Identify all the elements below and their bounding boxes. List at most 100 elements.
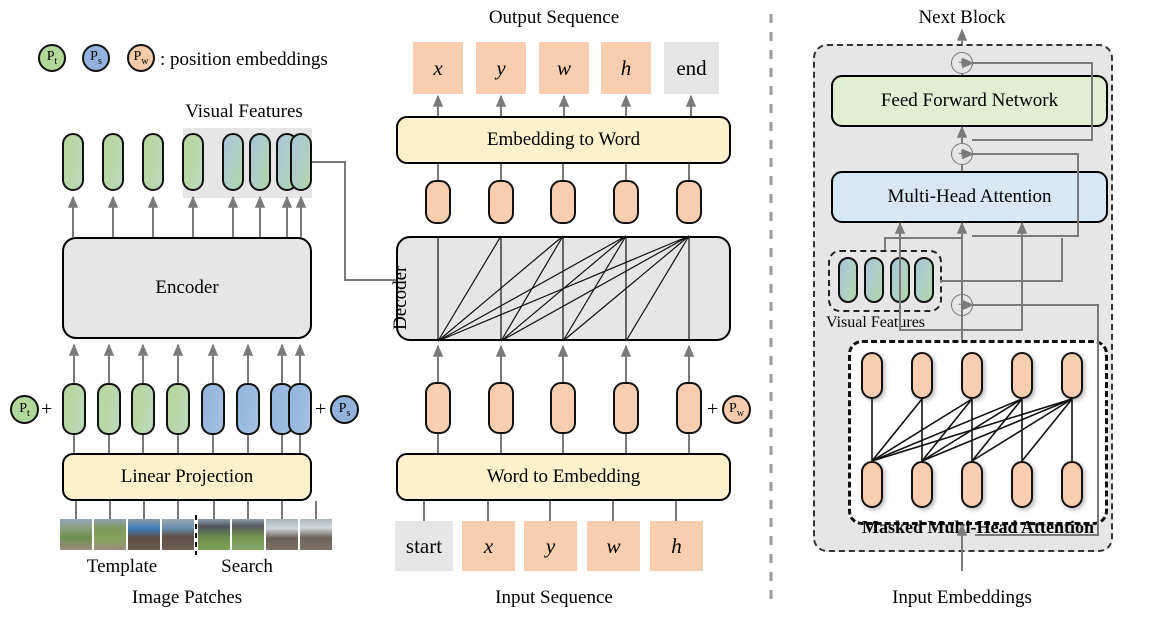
input-token-text: h xyxy=(671,533,682,558)
legend-ps-circle: Ps xyxy=(82,44,110,72)
input-token-text: y xyxy=(545,533,556,558)
search-token xyxy=(288,383,312,435)
decoder-output-token xyxy=(425,180,451,224)
masked-attn-top-token xyxy=(1011,352,1033,399)
template-token xyxy=(62,383,86,435)
ps-label: Ps xyxy=(338,400,351,419)
masked-attn-bottom-token xyxy=(1061,461,1083,508)
word-to-embedding-box: Word to Embedding xyxy=(396,453,731,501)
decoder-output-token xyxy=(676,180,702,224)
feed-forward-network-box: Feed Forward Network xyxy=(831,75,1108,127)
image-patches-label: Image Patches xyxy=(131,587,243,608)
feature-token xyxy=(249,133,271,191)
output-token-end: end xyxy=(664,42,719,94)
output-sequence-label: Output Sequence xyxy=(488,7,620,28)
search-label: Search xyxy=(221,556,273,577)
masked-attention-label: Masked Multi-Head Attention xyxy=(862,517,1094,537)
pt-plus-sign: + xyxy=(41,398,53,420)
feature-token xyxy=(182,133,204,191)
image-patch xyxy=(162,519,194,550)
decoder-input-token xyxy=(613,382,639,434)
input-token: x xyxy=(462,521,515,571)
input-token-text: w xyxy=(606,533,621,558)
output-token-text: w xyxy=(556,55,571,80)
masked-attn-top-token xyxy=(861,352,883,399)
right-visual-feature-token xyxy=(838,257,858,303)
input-token: y xyxy=(524,521,577,571)
output-token-text: x xyxy=(433,55,443,80)
decoder-label: Decoder xyxy=(390,265,411,330)
output-token-text: end xyxy=(676,55,707,80)
image-patch xyxy=(60,519,92,550)
template-token xyxy=(131,383,155,435)
feature-token xyxy=(142,133,164,191)
output-token: y xyxy=(476,42,526,94)
residual-add-symbol: + xyxy=(957,145,967,162)
search-token xyxy=(201,383,225,435)
image-patch xyxy=(232,519,264,550)
feature-token xyxy=(290,133,312,191)
image-patch xyxy=(94,519,126,550)
input-token-text: x xyxy=(483,533,494,558)
image-patch xyxy=(300,519,332,550)
template-token xyxy=(97,383,121,435)
residual-add-middle: + xyxy=(951,143,973,165)
legend-ps-label: Ps xyxy=(90,49,102,67)
pt-label: Pt xyxy=(19,400,30,419)
legend-pw-circle: Pw xyxy=(127,44,155,72)
input-sequence-label: Input Sequence xyxy=(495,587,613,608)
encoder-box: Encoder xyxy=(62,237,312,339)
masked-attn-bottom-token xyxy=(1011,461,1033,508)
decoder-box xyxy=(396,236,731,341)
output-token: h xyxy=(601,42,651,94)
right-visual-feature-token xyxy=(914,257,934,303)
linear-projection-box: Linear Projection xyxy=(62,453,312,501)
masked-attn-bottom-token xyxy=(911,461,933,508)
masked-attn-bottom-token xyxy=(861,461,883,508)
input-token: w xyxy=(587,521,640,571)
right-visual-feature-token xyxy=(864,257,884,303)
right-visual-features-label: Visual Features xyxy=(826,314,926,331)
decoder-input-token xyxy=(550,382,576,434)
output-token-text: y xyxy=(496,55,506,80)
feature-token xyxy=(222,133,244,191)
pw-plus-sign: + xyxy=(707,398,719,420)
multi-head-attention-box: Multi-Head Attention xyxy=(831,171,1108,223)
legend-pt-circle: Pt xyxy=(38,44,66,72)
masked-attn-bottom-token xyxy=(961,461,983,508)
next-block-label: Next Block xyxy=(918,7,1006,28)
output-token-text: h xyxy=(620,55,632,80)
visual-features-label: Visual Features xyxy=(185,101,303,122)
search-token xyxy=(236,383,260,435)
masked-attn-top-token xyxy=(911,352,933,399)
residual-add-symbol: + xyxy=(957,296,967,313)
residual-add-bottom: + xyxy=(951,294,973,316)
right-visual-feature-token xyxy=(890,257,910,303)
image-patch xyxy=(266,519,298,550)
decoder-input-token xyxy=(488,382,514,434)
output-token: x xyxy=(413,42,463,94)
decoder-output-token xyxy=(488,180,514,224)
input-token-start: start xyxy=(395,521,453,571)
embedding-to-word-box: Embedding to Word xyxy=(396,116,731,164)
decoder-output-token xyxy=(613,180,639,224)
output-token: w xyxy=(539,42,589,94)
pw-label: Pw xyxy=(728,400,745,419)
decoder-input-token xyxy=(676,382,702,434)
feature-token xyxy=(102,133,124,191)
residual-add-symbol: + xyxy=(957,54,967,71)
input-token: h xyxy=(650,521,703,571)
template-label: Template xyxy=(86,556,158,577)
legend-pw-label: Pw xyxy=(133,49,149,67)
masked-attn-top-token xyxy=(1061,352,1083,399)
pt-circle: Pt xyxy=(10,395,39,424)
feature-token xyxy=(62,133,84,191)
decoder-input-token xyxy=(425,382,451,434)
input-token-text: start xyxy=(405,533,443,558)
image-patch xyxy=(198,519,230,550)
ps-circle: Ps xyxy=(330,395,359,424)
residual-add-top: + xyxy=(951,52,973,74)
ps-plus-sign: + xyxy=(315,398,327,420)
template-token xyxy=(166,383,190,435)
input-embeddings-label: Input Embeddings xyxy=(892,587,1032,608)
